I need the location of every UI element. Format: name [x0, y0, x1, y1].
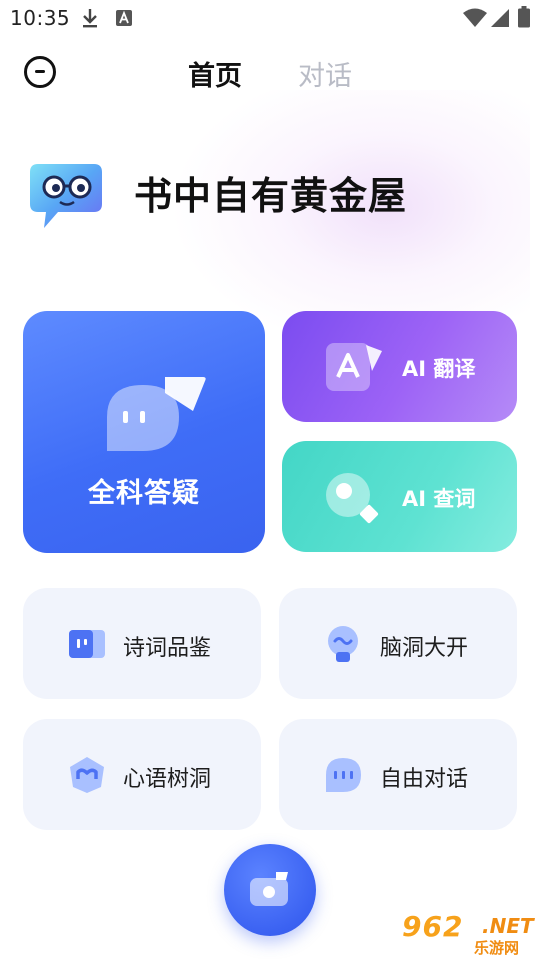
- qa-card-button[interactable]: 全科答疑: [23, 311, 265, 553]
- tile-treehole-label: 心语树洞: [123, 767, 212, 792]
- lookup-card-label: AI 查词: [402, 487, 476, 511]
- chat-bubble-icon: [103, 373, 209, 461]
- watermark-number: 962: [402, 910, 464, 943]
- battery-icon: [518, 6, 530, 32]
- tile-poetry-label: 诗词品鉴: [123, 636, 212, 661]
- tab-chat[interactable]: 对话: [298, 54, 352, 93]
- watermark-suffix: .NET: [482, 914, 534, 938]
- tab-home[interactable]: 首页: [188, 54, 242, 93]
- download-icon: [80, 7, 100, 33]
- tile-brainstorm-button[interactable]: 脑洞大开: [279, 588, 517, 699]
- status-time: 10:35: [10, 6, 71, 30]
- translate-a-icon: [322, 339, 384, 399]
- qa-card-label: 全科答疑: [88, 478, 200, 509]
- minus-circle-icon[interactable]: [24, 56, 56, 88]
- hero-title: 书中自有黄金屋: [134, 174, 408, 218]
- translate-card-label: AI 翻译: [402, 357, 476, 381]
- status-bar: 10:35: [0, 0, 540, 36]
- cell-signal-icon: [490, 8, 510, 32]
- lookup-card-button[interactable]: AI 查词: [282, 441, 517, 552]
- watermark-logo: 962 .NET 乐游网: [400, 910, 536, 957]
- watermark-text: 乐游网: [474, 939, 520, 957]
- chat-dots-icon: [323, 755, 363, 799]
- top-nav: 首页 对话: [0, 46, 540, 100]
- tile-freechat-button[interactable]: 自由对话: [279, 719, 517, 830]
- tile-treehole-button[interactable]: 心语树洞: [23, 719, 261, 830]
- font-a-icon: [115, 9, 133, 31]
- tile-brainstorm-label: 脑洞大开: [380, 636, 469, 661]
- magnifier-icon: [322, 469, 384, 533]
- translate-card-button[interactable]: AI 翻译: [282, 311, 517, 422]
- lightbulb-icon: [323, 624, 363, 670]
- mascot-icon: [26, 160, 106, 234]
- camera-icon: [250, 872, 288, 906]
- tile-freechat-label: 自由对话: [380, 767, 469, 792]
- quote-card-icon: [67, 624, 107, 666]
- tile-poetry-button[interactable]: 诗词品鉴: [23, 588, 261, 699]
- wifi-icon: [462, 8, 488, 32]
- heart-m-icon: [67, 755, 107, 799]
- camera-button[interactable]: [224, 844, 316, 936]
